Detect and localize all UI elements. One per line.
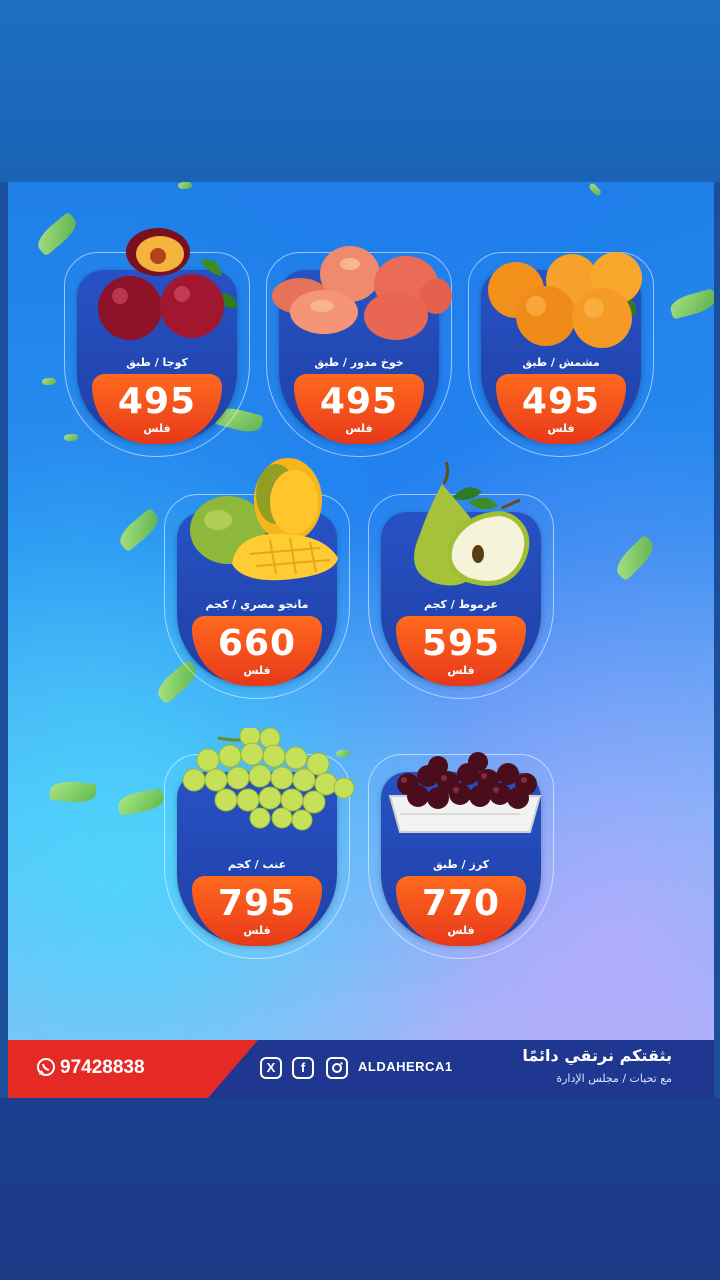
price-value: 770	[421, 883, 501, 924]
x-icon[interactable]: X	[260, 1057, 282, 1079]
price-currency: فلس	[345, 422, 373, 435]
footer-bar: 97428838 X f ALDAHERCA1 بثقتكم نرتقي دائ…	[8, 1040, 714, 1098]
plum-image	[98, 228, 238, 340]
leaf-decoration	[178, 182, 192, 189]
bottom-bar	[0, 1098, 720, 1280]
leaf-decoration	[668, 288, 714, 320]
price-tag: 770 فلس	[396, 876, 526, 946]
product-card-flat-peach[interactable]: خوخ مدور / طبق 495 فلس	[266, 246, 452, 457]
whatsapp-section[interactable]: 97428838	[8, 1040, 258, 1098]
product-card-plum[interactable]: كوجا / طبق 495 فلس	[64, 228, 250, 457]
cherry-image	[388, 752, 542, 833]
price-currency: فلس	[243, 924, 271, 937]
price-currency: فلس	[143, 422, 171, 435]
price-tag: 495 فلس	[294, 374, 424, 444]
social-handle[interactable]: ALDAHERCA1	[358, 1059, 453, 1074]
flat-peach-image	[272, 246, 452, 340]
product-card-cherry[interactable]: كرز / طبق 770 فلس	[368, 752, 554, 959]
product-name: خوخ مدور / طبق	[314, 356, 404, 369]
price-currency: فلس	[447, 924, 475, 937]
price-value: 660	[217, 623, 297, 664]
price-tag: 795 فلس	[192, 876, 322, 946]
slogan: بثقتكم نرتقي دائمًا	[522, 1046, 672, 1065]
leaf-decoration	[114, 507, 164, 553]
product-name: عنب / كجم	[227, 858, 287, 871]
leaf-decoration	[42, 378, 56, 385]
top-bar	[0, 0, 720, 182]
price-value: 795	[217, 883, 297, 924]
leaf-decoration	[116, 788, 166, 816]
product-name: مانجو مصري / كجم	[205, 598, 309, 611]
product-card-apricot[interactable]: مشمش / طبق 495 فلس	[468, 252, 654, 457]
price-value: 495	[117, 381, 197, 422]
leaf-decoration	[611, 534, 659, 582]
product-card-grapes[interactable]: عنب / كجم 795 فلس	[164, 728, 354, 959]
mango-image	[190, 458, 338, 581]
product-name: كوجا / طبق	[126, 356, 188, 369]
price-tag: 595 فلس	[396, 616, 526, 686]
grapes-image	[182, 728, 354, 831]
price-currency: فلس	[447, 664, 475, 677]
pear-image	[414, 461, 530, 586]
leaf-decoration	[587, 182, 603, 198]
product-name: عرموط / كجم	[423, 598, 499, 611]
product-card-pear[interactable]: عرموط / كجم 595 فلس	[368, 461, 554, 699]
price-tag: 495 فلس	[496, 374, 626, 444]
phone-number[interactable]: 97428838	[60, 1057, 145, 1079]
whatsapp-icon	[37, 1058, 55, 1076]
price-tag: 495 فلس	[92, 374, 222, 444]
flyer-poster: مشمش / طبق 495 فلس خوخ مدور / طبق 495 فل…	[8, 182, 714, 1098]
facebook-icon[interactable]: f	[292, 1057, 314, 1079]
product-name: كرز / طبق	[432, 858, 489, 871]
price-tag: 660 فلس	[192, 616, 322, 686]
subslogan: مع تحيات / مجلس الإدارة	[556, 1072, 672, 1085]
price-currency: فلس	[547, 422, 575, 435]
price-currency: فلس	[243, 664, 271, 677]
instagram-icon[interactable]	[326, 1057, 348, 1079]
leaf-decoration	[32, 211, 82, 257]
leaf-decoration	[49, 780, 97, 804]
apricot-image	[488, 252, 642, 348]
price-value: 495	[319, 381, 399, 422]
price-value: 595	[421, 623, 501, 664]
product-name: مشمش / طبق	[522, 356, 600, 369]
product-card-mango[interactable]: مانجو مصري / كجم 660 فلس	[164, 458, 350, 699]
price-value: 495	[521, 381, 601, 422]
